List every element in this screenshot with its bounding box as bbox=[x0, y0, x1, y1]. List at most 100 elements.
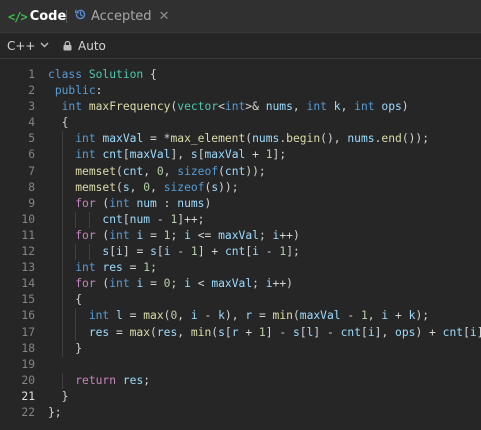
code-token: ], bbox=[374, 325, 396, 339]
code-token: ( bbox=[95, 196, 110, 210]
code-token: i bbox=[184, 277, 191, 291]
code-token: vector bbox=[177, 100, 219, 114]
code-text: return res; bbox=[48, 373, 150, 389]
code-text: res = max(res, min(s[r + 1] - s[l] - cnt… bbox=[48, 325, 481, 341]
tab-code[interactable]: </> Code bbox=[8, 0, 66, 33]
code-token: for bbox=[75, 277, 96, 291]
tab-accepted[interactable]: Accepted ✕ bbox=[74, 0, 169, 33]
code-line: 4 { bbox=[0, 115, 481, 131]
code-token: [ bbox=[299, 325, 307, 339]
code-token: ; bbox=[143, 373, 151, 387]
code-token: [ bbox=[122, 148, 130, 162]
code-token: ) + bbox=[415, 325, 443, 339]
code-line: 20 return res; bbox=[0, 372, 481, 389]
code-token: = * bbox=[143, 132, 171, 146]
code-token: cnt bbox=[102, 212, 123, 226]
code-line: 18 } bbox=[0, 340, 481, 357]
code-text: for (int num : nums) bbox=[48, 196, 211, 212]
code-token: class bbox=[48, 68, 83, 81]
code-token: ++) bbox=[272, 277, 293, 291]
line-number: 20 bbox=[21, 373, 35, 387]
auto-mode-toggle[interactable]: Auto bbox=[63, 39, 106, 53]
code-token: int bbox=[61, 100, 83, 114]
code-line: 5 int maxVal = *max_element(nums.begin()… bbox=[0, 131, 481, 148]
tab-code-label: Code bbox=[29, 9, 67, 24]
close-icon[interactable]: ✕ bbox=[159, 9, 170, 24]
code-token: i bbox=[184, 228, 191, 242]
code-token: ( bbox=[95, 228, 110, 242]
code-text: { bbox=[48, 292, 82, 308]
code-token: i bbox=[367, 325, 375, 339]
code-text: class Solution { bbox=[48, 67, 157, 83]
code-token: , bbox=[177, 309, 191, 323]
code-token: = bbox=[143, 228, 164, 242]
code-token: s bbox=[150, 245, 157, 259]
code-token: - bbox=[150, 212, 171, 226]
code-text: } bbox=[48, 341, 82, 357]
code-editor[interactable]: 1 class Solution {2 public: 3 int maxFrequ… bbox=[0, 67, 481, 421]
code-token: int bbox=[109, 228, 130, 242]
code-token: for bbox=[75, 228, 96, 242]
code-token: s bbox=[292, 325, 300, 339]
line-number: 16 bbox=[21, 309, 35, 323]
code-token: res bbox=[156, 325, 178, 339]
code-token: 1 bbox=[258, 325, 266, 339]
code-text: for (int i = 0; i < maxVal; i++) bbox=[48, 276, 293, 292]
code-token: i bbox=[252, 245, 259, 259]
code-line: 17 res = max(res, min(s[r + 1] - s[l] - … bbox=[0, 324, 481, 341]
code-token: int bbox=[354, 100, 375, 114]
code-token: min bbox=[190, 325, 212, 339]
code-token: maxVal bbox=[299, 309, 341, 323]
code-line: 6 int cnt[maxVal], s[maxVal + 1]; bbox=[0, 147, 481, 164]
code-token: ; bbox=[252, 277, 266, 291]
code-token: nums bbox=[347, 132, 375, 146]
code-token: [ bbox=[156, 245, 164, 259]
line-number: 8 bbox=[28, 180, 35, 194]
code-token: = bbox=[143, 277, 164, 291]
language-selector[interactable]: C++ bbox=[7, 39, 49, 53]
code-token: { bbox=[48, 293, 83, 307]
code-token: maxVal bbox=[129, 148, 171, 162]
code-token: ]); bbox=[477, 326, 481, 339]
code-text: int cnt[maxVal], s[maxVal + 1]; bbox=[48, 147, 286, 163]
code-token: maxVal bbox=[211, 277, 253, 291]
code-token: res bbox=[122, 373, 144, 387]
code-token: ; bbox=[150, 261, 157, 275]
code-token: )); bbox=[218, 180, 239, 194]
code-token: int bbox=[306, 100, 327, 114]
code-token: num bbox=[136, 196, 157, 210]
code-token: ), bbox=[224, 309, 246, 323]
code-token: i bbox=[469, 325, 477, 339]
tab-accepted-label: Accepted bbox=[91, 9, 152, 24]
code-token: nums bbox=[177, 196, 205, 210]
code-line: 21 } bbox=[0, 389, 481, 405]
code-text: int maxVal = *max_element(nums.begin(), … bbox=[48, 131, 429, 147]
code-token: s bbox=[190, 148, 198, 162]
code-token: )); bbox=[245, 164, 266, 178]
code-line: 1 class Solution { bbox=[0, 67, 481, 83]
code-token: s bbox=[122, 180, 130, 194]
line-number: 4 bbox=[28, 116, 35, 130]
code-line: 16 int l = max(0, i - k), r = min(maxVal… bbox=[0, 308, 481, 325]
code-token: cnt bbox=[442, 325, 464, 339]
chevron-down-icon bbox=[40, 41, 49, 51]
line-number: 10 bbox=[21, 212, 35, 226]
line-number: 21 bbox=[21, 389, 35, 403]
line-number: 19 bbox=[21, 357, 35, 371]
code-text: int l = max(0, i - k), r = min(maxVal - … bbox=[48, 308, 429, 324]
code-line: 15 { bbox=[0, 292, 481, 309]
